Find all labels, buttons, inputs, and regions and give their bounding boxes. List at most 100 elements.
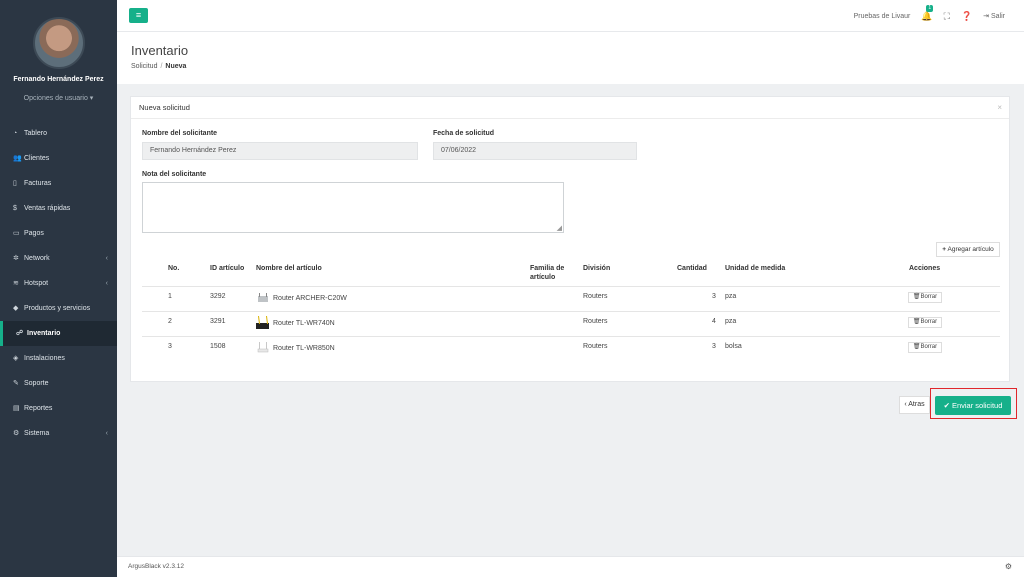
breadcrumb-parent[interactable]: Solicitud [131,63,157,70]
dollar-icon: $ [13,205,17,212]
sidebar-item-label: Instalaciones [24,355,65,362]
delete-button[interactable]: 🗑Borrar [908,342,942,353]
page-title: Inventario [131,43,189,58]
file-icon: ▯ [13,180,17,187]
settings-icon[interactable]: ⚙ [1005,562,1012,571]
sidebar-item-label: Hotspot [24,280,49,287]
footer-version: ArgusBlack v2.3.12 [128,563,185,570]
router-thumbnail-icon [258,293,268,302]
menu-toggle-button[interactable]: ≡ [129,8,148,23]
user-name: Fernando Hernández Perez [13,76,104,83]
sidebar-item-sistema[interactable]: ⚙ Sistema ‹ [0,421,117,446]
sidebar-item-label: Sistema [24,430,50,437]
sidebar-item-label: Network [24,255,50,262]
th-unit: Unidad de medida [725,265,786,272]
sidebar-item-productos[interactable]: ◆ Productos y servicios [0,296,117,321]
chevron-left-icon: ‹ [105,255,108,262]
sidebar-item-label: Inventario [27,330,61,337]
sidebar-item-label: Reportes [24,405,53,412]
th-name: Nombre del artículo [256,265,322,272]
cell-unit: pza [725,318,737,325]
cell-quantity: 3 [712,293,716,300]
add-item-label: Agregar artículo [947,246,994,253]
sidebar-item-clientes[interactable]: 👥 Clientes [0,146,117,171]
sidebar-item-soporte[interactable]: ✎ Soporte [0,371,117,396]
delete-button[interactable]: 🗑Borrar [908,317,942,328]
sidebar-item-instalaciones[interactable]: ◈ Instalaciones [0,346,117,371]
sidebar-item-reportes[interactable]: ▤ Reportes [0,396,117,421]
topbar-right: Pruebas de Livaur 🔔 1 ⛶ ❓ ⇥ Salir [854,0,1005,32]
resize-handle-icon[interactable]: ◢ [557,224,562,232]
dashboard-icon: ◔ [13,130,18,137]
sidebar-item-label: Pagos [24,230,44,237]
cell-id: 3292 [210,293,226,300]
chevron-left-icon: ‹ [105,280,108,287]
close-icon[interactable]: × [997,97,1002,119]
delete-label: Borrar [920,319,938,325]
sidebar-item-network[interactable]: ✲ Network ‹ [0,246,117,271]
logout-label: Salir [990,13,1005,20]
cell-name: Router ARCHER-C20W [273,295,347,302]
th-family: Familia de artículo [530,265,565,281]
sidebar-item-hotspot[interactable]: ≋ Hotspot ‹ [0,271,117,296]
page-header: Inventario Solicitud / Nueva [117,32,1024,84]
cell-id: 3291 [210,318,226,325]
install-icon: ◈ [13,355,19,362]
th-quantity: Cantidad [677,265,707,272]
breadcrumb: Solicitud / Nueva [131,63,186,70]
gear-icon: ⚙ [13,430,20,437]
cell-name: Router TL-WR740N [273,320,335,327]
topbar: ≡ Pruebas de Livaur 🔔 1 ⛶ ❓ ⇥ Salir [117,0,1024,32]
account-name[interactable]: Pruebas de Livaur [854,13,911,20]
sidebar-item-pagos[interactable]: ▭ Pagos [0,221,117,246]
cell-no: 2 [168,318,172,325]
delete-button[interactable]: 🗑Borrar [908,292,942,303]
breadcrumb-separator: / [160,63,163,70]
add-item-button[interactable]: + Agregar artículo [936,242,1000,257]
row-divider [142,336,1000,337]
back-button[interactable]: ‹ Atras [899,396,930,414]
th-actions: Acciones [909,265,941,272]
table-divider [142,286,1000,287]
requester-label: Nombre del solicitante [142,130,218,137]
sidebar-item-ventas[interactable]: $ Ventas rápidas [0,196,117,221]
card-title: Nueva solicitud [139,103,190,112]
footer: ArgusBlack v2.3.12 ⚙ [117,556,1024,577]
date-label: Fecha de solicitud [433,130,495,137]
requester-field[interactable]: Fernando Hernández Perez [142,142,418,160]
logout-link[interactable]: ⇥ Salir [983,12,1005,20]
th-id: ID artículo [210,265,245,272]
cell-unit: pza [725,293,737,300]
tag-icon: ◆ [13,305,19,312]
bell-icon[interactable]: 🔔 1 [921,4,934,22]
cell-name: Router TL-WR850N [273,345,335,352]
cell-unit: bolsa [725,343,742,350]
cell-quantity: 4 [712,318,716,325]
sidebar-item-label: Facturas [24,180,52,187]
cell-division: Routers [583,293,608,300]
note-label: Nota del solicitante [142,171,207,178]
sidebar-item-label: Tablero [24,130,47,137]
cell-id: 1508 [210,343,226,350]
fullscreen-icon[interactable]: ⛶ [944,11,950,22]
logout-icon: ⇥ [983,13,990,20]
cell-division: Routers [583,318,608,325]
sidebar-nav: ◔ Tablero 👥 Clientes ▯ Facturas $ Ventas ráp… [0,121,117,446]
th-no: No. [168,265,180,272]
users-icon: 👥 [13,155,22,162]
sidebar-item-inventario[interactable]: ☍ Inventario [0,321,117,346]
help-icon[interactable]: ❓ [961,11,972,22]
wifi-icon: ≋ [13,280,19,287]
chevron-left-icon: ‹ [105,430,108,437]
sidebar-item-label: Ventas rápidas [24,205,71,212]
note-textarea[interactable]: ◢ [142,182,564,233]
card-header: Nueva solicitud × [131,97,1009,119]
plus-icon: + [942,246,947,253]
date-field[interactable]: 07/06/2022 [433,142,637,160]
cell-no: 3 [168,343,172,350]
user-options-link[interactable]: Opciones de usuario ▾ [8,94,109,102]
sidebar-item-facturas[interactable]: ▯ Facturas [0,171,117,196]
avatar[interactable] [33,17,85,69]
submit-request-button[interactable]: ✔ Enviar solicitud [935,396,1011,415]
sidebar-item-tablero[interactable]: ◔ Tablero [0,121,117,146]
